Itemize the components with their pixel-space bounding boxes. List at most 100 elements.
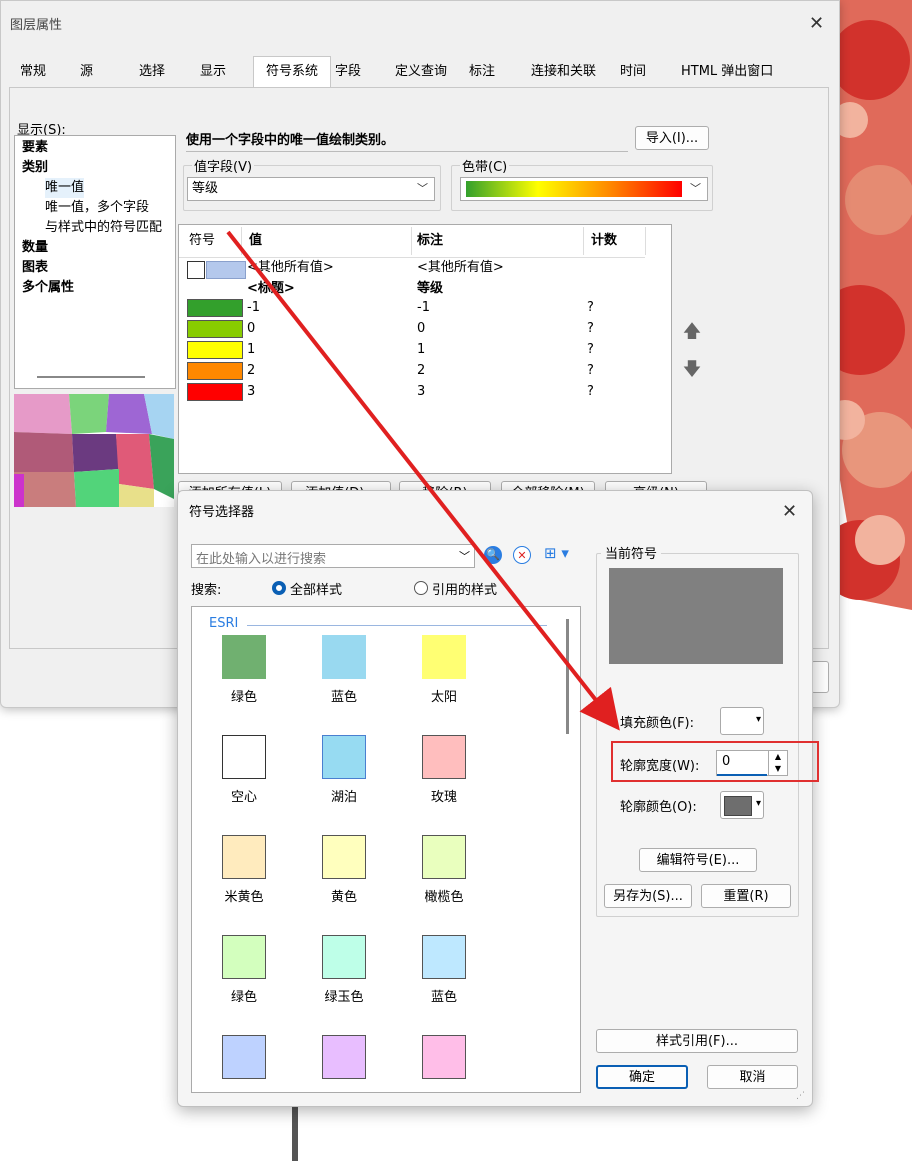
value-row-value[interactable]: 3 [247, 382, 255, 402]
value-row-count[interactable]: ? [587, 298, 594, 318]
value-row-count[interactable]: ? [587, 340, 594, 360]
value-row-swatch[interactable] [187, 341, 243, 359]
tree-item-quantities[interactable]: 数量 [22, 238, 48, 258]
value-row-count[interactable]: ? [587, 382, 594, 402]
symbol-name: 蓝色 [430, 990, 457, 1005]
tree-item-match-style[interactable]: 与样式中的符号匹配 [45, 218, 173, 238]
value-row-label[interactable]: 1 [417, 340, 425, 360]
tree-scrollbar[interactable] [37, 376, 145, 378]
value-row-swatch[interactable] [187, 362, 243, 380]
tree-item-unique-values-multi[interactable]: 唯一值，多个字段 [45, 198, 149, 218]
value-row-count[interactable]: ? [587, 319, 594, 339]
symbol-swatch[interactable] [222, 835, 266, 879]
symbol-name: 米黄色 [224, 890, 264, 905]
header-symbol[interactable]: 符号 [189, 231, 215, 251]
apply-button-edge[interactable] [811, 661, 829, 693]
header-value[interactable]: 值 [249, 231, 262, 251]
view-options-icon[interactable]: ⊞ ▾ [544, 544, 569, 562]
symbol-swatch[interactable] [422, 835, 466, 879]
outline-color-button[interactable]: ▾ [720, 791, 764, 819]
symbol-swatch[interactable] [322, 935, 366, 979]
tree-item-charts[interactable]: 图表 [22, 258, 48, 278]
check-all-other[interactable] [187, 261, 205, 279]
value-row-label[interactable]: -1 [417, 298, 430, 318]
value-row-swatch[interactable] [187, 299, 243, 317]
cancel-button[interactable]: 取消 [707, 1065, 798, 1089]
symbol-swatch[interactable] [422, 1035, 466, 1079]
gallery-scrollbar[interactable] [566, 619, 569, 734]
all-other-value[interactable]: <其他所有值> [247, 258, 334, 278]
symbol-swatch[interactable] [222, 1035, 266, 1079]
all-other-label[interactable]: <其他所有值> [417, 258, 504, 278]
tree-item-categories[interactable]: 类别 [22, 158, 48, 178]
symbol-swatch[interactable] [222, 635, 266, 679]
symbol-name: 橄榄色 [424, 890, 464, 905]
tree-item-features[interactable]: 要素 [22, 138, 48, 158]
heading-value[interactable]: <标题> [247, 279, 295, 299]
value-row-swatch[interactable] [187, 320, 243, 338]
symbol-swatch[interactable] [422, 935, 466, 979]
header-label[interactable]: 标注 [417, 231, 443, 251]
tab-selection[interactable]: 选择 [137, 59, 167, 85]
symbol-swatch[interactable] [222, 735, 266, 779]
value-field-combo[interactable]: 等级 ﹀ [187, 177, 435, 201]
import-button[interactable]: 导入(I)... [635, 126, 709, 150]
radio-referenced-styles[interactable] [414, 581, 428, 595]
tab-fields[interactable]: 字段 [333, 59, 363, 85]
tab-symbology[interactable]: 符号系统 [253, 56, 331, 88]
symbol-swatch[interactable] [322, 635, 366, 679]
reset-button[interactable]: 重置(R) [701, 884, 791, 908]
clear-search-icon[interactable]: ✕ [513, 546, 531, 564]
symbol-swatch[interactable] [422, 635, 466, 679]
value-row-label[interactable]: 3 [417, 382, 425, 402]
value-row-count[interactable]: ? [587, 361, 594, 381]
symbol-swatch[interactable] [322, 1035, 366, 1079]
close-icon[interactable]: ✕ [782, 501, 797, 522]
tab-definition-query[interactable]: 定义查询 [393, 59, 449, 85]
tab-display[interactable]: 显示 [198, 59, 228, 85]
heading-label[interactable]: 等级 [417, 279, 443, 299]
close-icon[interactable]: ✕ [809, 13, 824, 34]
value-row-label[interactable]: 0 [417, 319, 425, 339]
save-as-button[interactable]: 另存为(S)... [604, 884, 692, 908]
arrow-up-icon[interactable]: 🡅 [681, 319, 703, 343]
chevron-down-icon: ﹀ [459, 550, 470, 563]
value-row-value[interactable]: -1 [247, 298, 260, 318]
tab-joins[interactable]: 连接和关联 [529, 59, 598, 85]
radio-all-styles[interactable] [272, 581, 286, 595]
tab-html-popup[interactable]: HTML 弹出窗口 [679, 59, 775, 85]
symbol-swatch[interactable] [222, 935, 266, 979]
symbol-swatch[interactable] [322, 735, 366, 779]
tree-item-unique-values[interactable]: 唯一值 [45, 178, 85, 198]
search-scope-label: 搜索: [191, 583, 222, 598]
ok-button[interactable]: 确定 [596, 1065, 688, 1089]
color-ramp-swatch [466, 181, 682, 197]
symbol-swatch[interactable] [422, 735, 466, 779]
tab-time[interactable]: 时间 [618, 59, 648, 85]
tab-general[interactable]: 常规 [18, 59, 48, 85]
value-row-value[interactable]: 2 [247, 361, 255, 381]
value-row-swatch[interactable] [187, 383, 243, 401]
value-row-value[interactable]: 0 [247, 319, 255, 339]
symbol-name: 湖泊 [330, 790, 357, 805]
all-other-swatch[interactable] [206, 261, 246, 279]
header-count[interactable]: 计数 [591, 231, 617, 251]
style-references-button[interactable]: 样式引用(F)... [596, 1029, 798, 1053]
value-row-value[interactable]: 1 [247, 340, 255, 360]
show-tree: 要素 类别 唯一值 唯一值，多个字段 与样式中的符号匹配 数量 图表 多个属性 [14, 135, 176, 389]
resize-grip-icon[interactable]: ⋰ [796, 1091, 805, 1101]
value-row-label[interactable]: 2 [417, 361, 425, 381]
description-box: 使用一个字段中的唯一值绘制类别。 [186, 125, 628, 152]
tab-labels[interactable]: 标注 [467, 59, 497, 85]
symbol-swatch[interactable] [322, 835, 366, 879]
symbol-selector-title: 符号选择器 [189, 505, 255, 520]
search-input[interactable]: 在此处输入以进行搜索 ﹀ [191, 544, 475, 568]
color-ramp-combo[interactable]: ﹀ [460, 177, 708, 201]
arrow-down-icon[interactable]: 🡇 [681, 357, 703, 381]
tree-item-multiple-attributes[interactable]: 多个属性 [22, 278, 74, 298]
search-icon[interactable]: 🔍 [484, 546, 502, 564]
fill-color-button[interactable]: ▾ [720, 707, 764, 735]
preview-thumbnail [14, 394, 174, 507]
edit-symbol-button[interactable]: 编辑符号(E)... [639, 848, 757, 872]
tab-source[interactable]: 源 [78, 59, 95, 85]
